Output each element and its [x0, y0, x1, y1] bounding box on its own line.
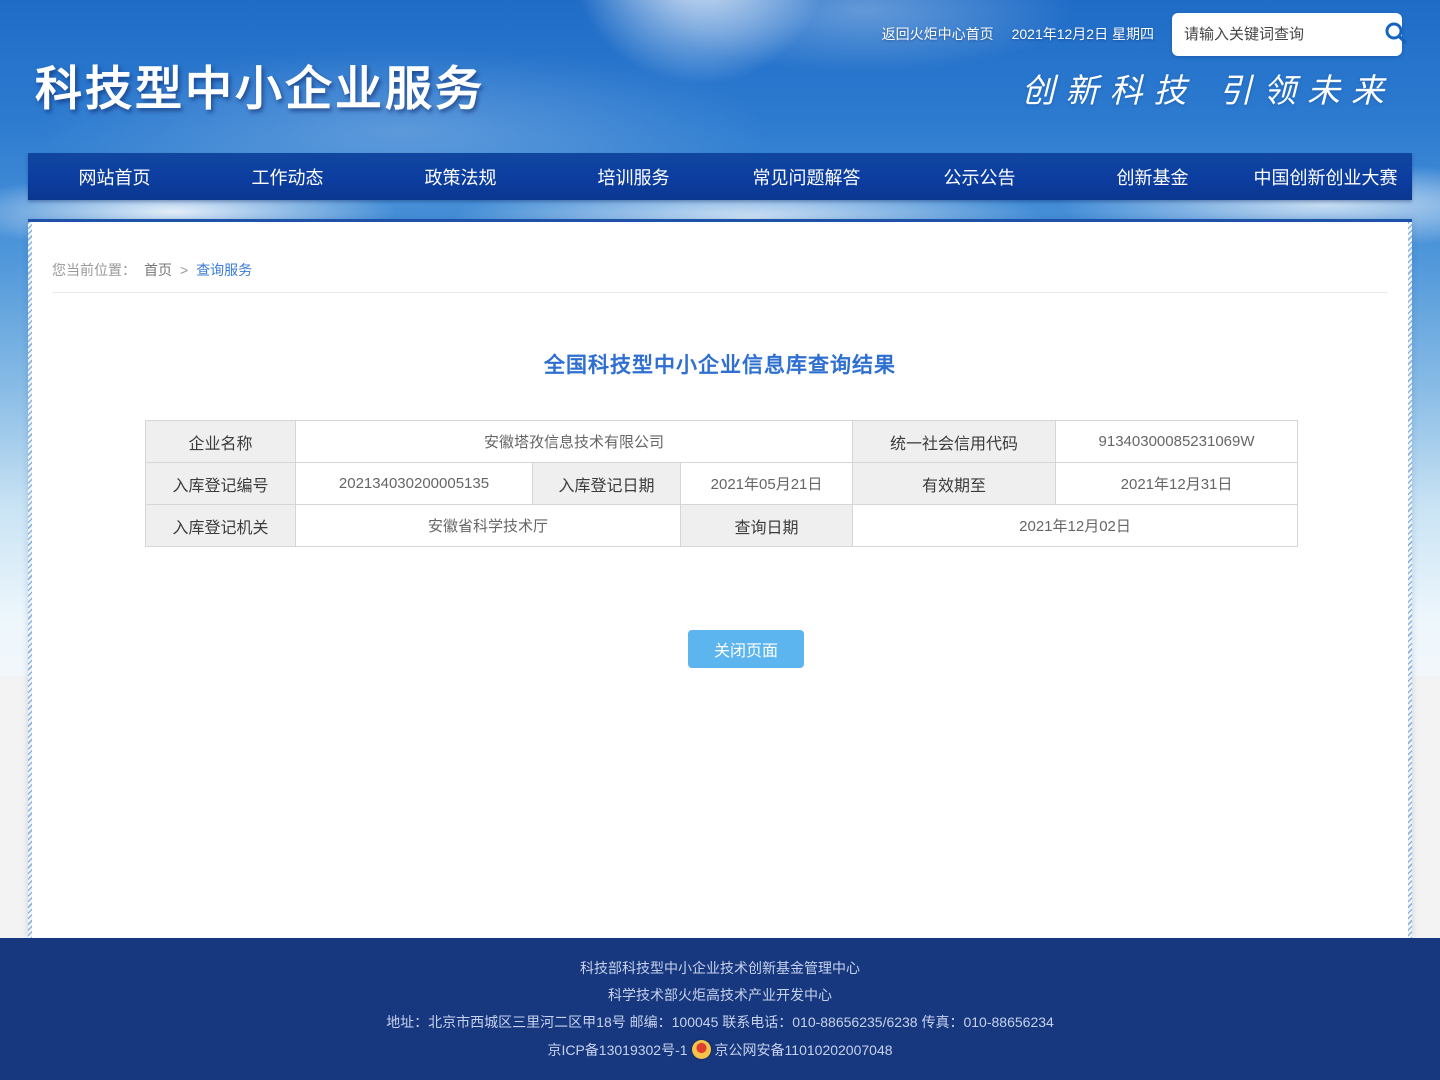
site-logo-title: 科技型中小企业服务 — [35, 50, 485, 119]
query-date-label: 查询日期 — [681, 505, 853, 547]
search-icon — [1383, 20, 1409, 49]
nav-item-faq[interactable]: 常见问题解答 — [720, 153, 893, 200]
police-record-link[interactable]: 京公网安备11010202007048 — [715, 1041, 893, 1059]
close-page-button[interactable]: 关闭页面 — [688, 630, 804, 668]
content-panel: 您当前位置： 首页 > 查询服务 全国科技型中小企业信息库查询结果 企业名称 安… — [28, 219, 1412, 938]
nav-item-training[interactable]: 培训服务 — [547, 153, 720, 200]
header-slogan: 创新科技 引领未来 — [1022, 64, 1396, 112]
company-name-label: 企业名称 — [146, 421, 296, 463]
breadcrumb-home-link[interactable]: 首页 — [144, 260, 172, 280]
reg-number-label: 入库登记编号 — [146, 463, 296, 505]
nav-item-home[interactable]: 网站首页 — [28, 153, 201, 200]
valid-until-label: 有效期至 — [853, 463, 1056, 505]
nav-item-announcements[interactable]: 公示公告 — [893, 153, 1066, 200]
nav-item-work-news[interactable]: 工作动态 — [201, 153, 374, 200]
footer-line-contact: 地址：北京市西城区三里河二区甲18号 邮编：100045 联系电话：010-88… — [386, 1013, 1054, 1031]
nav-item-innovation-fund[interactable]: 创新基金 — [1066, 153, 1239, 200]
query-result-table: 企业名称 安徽塔孜信息技术有限公司 统一社会信用代码 9134030008523… — [145, 420, 1298, 547]
top-utility-bar: 返回火炬中心首页 2021年12月2日 星期四 — [882, 12, 1402, 56]
breadcrumb: 您当前位置： 首页 > 查询服务 — [52, 260, 252, 280]
footer-line-fund-center: 科技部科技型中小企业技术创新基金管理中心 — [580, 959, 860, 977]
reg-number-value: 202134030200005135 — [296, 463, 533, 505]
current-date-text: 2021年12月2日 星期四 — [1012, 24, 1154, 44]
back-to-torch-center-link[interactable]: 返回火炬中心首页 — [882, 24, 994, 44]
table-row: 入库登记机关 安徽省科学技术厅 查询日期 2021年12月02日 — [146, 505, 1298, 547]
credit-code-label: 统一社会信用代码 — [853, 421, 1056, 463]
breadcrumb-divider — [52, 292, 1388, 293]
credit-code-value: 91340300085231069W — [1056, 421, 1298, 463]
reg-date-label: 入库登记日期 — [533, 463, 681, 505]
footer-line-torch-center: 科学技术部火炬高技术产业开发中心 — [608, 986, 832, 1004]
search-button[interactable] — [1383, 19, 1409, 49]
breadcrumb-separator: > — [180, 262, 188, 278]
search-input[interactable] — [1184, 26, 1383, 43]
table-row: 入库登记编号 202134030200005135 入库登记日期 2021年05… — [146, 463, 1298, 505]
content-edge-left — [28, 222, 32, 938]
valid-until-value: 2021年12月31日 — [1056, 463, 1298, 505]
page-footer: 科技部科技型中小企业技术创新基金管理中心 科学技术部火炬高技术产业开发中心 地址… — [0, 938, 1440, 1080]
query-date-value: 2021年12月02日 — [853, 505, 1298, 547]
content-edge-right — [1408, 222, 1412, 938]
nav-item-innovation-competition[interactable]: 中国创新创业大赛 — [1239, 153, 1412, 200]
reg-date-value: 2021年05月21日 — [681, 463, 853, 505]
reg-authority-value: 安徽省科学技术厅 — [296, 505, 681, 547]
footer-line-icp: 京ICP备13019302号-1 京公网安备11010202007048 — [547, 1040, 892, 1059]
breadcrumb-current-link[interactable]: 查询服务 — [196, 260, 252, 280]
company-name-value: 安徽塔孜信息技术有限公司 — [296, 421, 853, 463]
police-badge-icon — [692, 1040, 711, 1059]
main-navigation: 网站首页 工作动态 政策法规 培训服务 常见问题解答 公示公告 创新基金 中国创… — [28, 153, 1412, 200]
icp-number-link[interactable]: 京ICP备13019302号-1 — [547, 1041, 687, 1059]
page-title: 全国科技型中小企业信息库查询结果 — [28, 349, 1412, 379]
breadcrumb-prefix: 您当前位置： — [52, 260, 136, 280]
table-row: 企业名称 安徽塔孜信息技术有限公司 统一社会信用代码 9134030008523… — [146, 421, 1298, 463]
search-box — [1172, 13, 1402, 56]
nav-item-policies[interactable]: 政策法规 — [374, 153, 547, 200]
page: 科技型中小企业服务 返回火炬中心首页 2021年12月2日 星期四 创新科技 引… — [0, 0, 1440, 1080]
reg-authority-label: 入库登记机关 — [146, 505, 296, 547]
